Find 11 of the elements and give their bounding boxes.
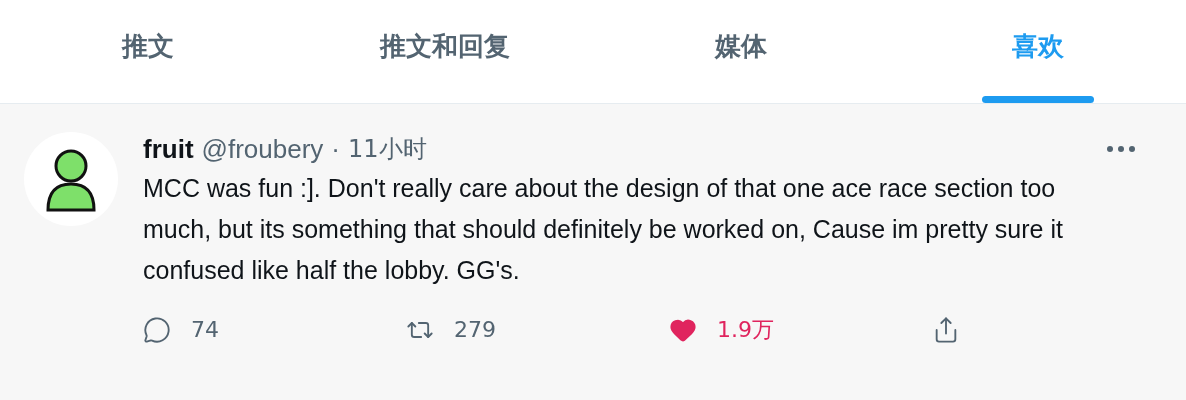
action-count: 1.9万 bbox=[717, 316, 774, 344]
tab[interactable]: 推文 bbox=[0, 0, 297, 103]
tweet-text: MCC was fun :]. Don't really care about the design of that one ace race section too much, but its something that should definitely be worked on, Cause im pretty sure it confused like half the lobby. GG's. bbox=[143, 173, 1064, 286]
timestamp[interactable]: 11小时 bbox=[348, 132, 427, 166]
tab[interactable]: 推文和回复 bbox=[296, 0, 593, 103]
user-name[interactable]: fruit bbox=[143, 132, 194, 166]
action-count: 74 bbox=[191, 316, 219, 344]
tab[interactable]: 媒体 bbox=[593, 0, 890, 103]
separator: · bbox=[331, 133, 340, 166]
action-count: 279 bbox=[454, 316, 496, 344]
user-handle: @froubery bbox=[201, 133, 324, 166]
